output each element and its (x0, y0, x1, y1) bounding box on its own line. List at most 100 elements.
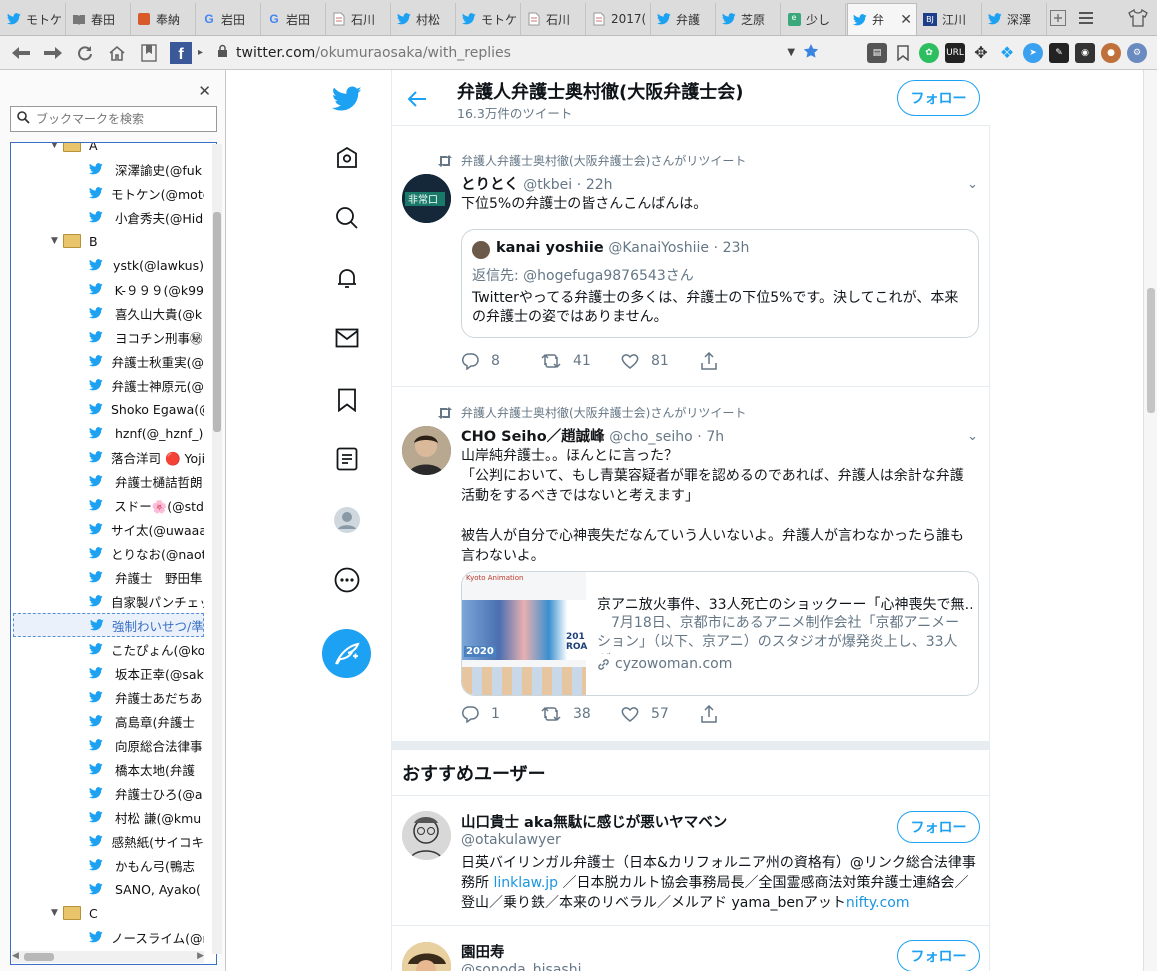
user-avatar-icon[interactable]: ● (1101, 42, 1121, 63)
bookmark-folder[interactable]: ▼ A (51, 143, 216, 157)
bookmark-item[interactable]: 向原総合法律事 (13, 733, 204, 757)
bio-link[interactable]: linklaw.jp (493, 875, 558, 891)
bookmark-item[interactable]: 弁護士 野田隼 (13, 565, 204, 589)
bookmark-item[interactable]: ヨコチン刑事㊙ (13, 325, 204, 349)
scroll-left-icon[interactable]: ◀ (12, 951, 19, 961)
tab[interactable]: 村松 (392, 3, 456, 35)
explore-search-icon[interactable] (327, 198, 367, 238)
tweet-time[interactable]: 22h (586, 177, 613, 193)
bookmark-item[interactable]: 弁護士秋重実(@ (13, 349, 204, 373)
tab[interactable]: BJ 江川 (918, 3, 982, 35)
bookmark-item[interactable]: スドー🌸(@std (13, 493, 204, 517)
tab[interactable]: 2017( (587, 3, 651, 35)
tab[interactable]: 深澤 (983, 3, 1047, 35)
back-icon[interactable] (6, 40, 36, 66)
back-arrow-icon[interactable] (406, 88, 428, 114)
chevron-down-icon[interactable]: ⌄ (967, 429, 978, 444)
link-card[interactable]: Kyoto Animation 2020 201 ROA 京アニ放火事件、33人… (461, 571, 979, 696)
bookmark-item[interactable]: とりなお(@naot (13, 541, 204, 565)
url-shortener-icon[interactable]: URL (945, 42, 965, 63)
more-bookmarks-chevron-icon[interactable]: ▸ (198, 47, 203, 58)
home-icon[interactable] (102, 40, 132, 66)
tweet-author[interactable]: とりとく @tkbei · 22h (461, 173, 613, 194)
follow-button[interactable]: フォロー (897, 80, 980, 116)
tab[interactable]: e 少し (782, 3, 846, 35)
forward-icon[interactable] (38, 40, 68, 66)
bookmarks-sidebar-icon[interactable] (134, 40, 164, 66)
like-button[interactable]: 57 (621, 706, 701, 722)
tweet-author[interactable]: CHO Seiho／趙誠峰 @cho_seiho · 7h (461, 425, 724, 446)
bookmark-item[interactable]: SANO, Ayako( (13, 877, 204, 901)
quoted-tweet[interactable]: kanai yoshiie @KanaiYoshiie · 23h 返信先: @… (461, 229, 979, 338)
evernote-icon[interactable]: ✿ (919, 42, 939, 63)
bookmark-folder[interactable]: ▼ C (51, 901, 216, 925)
bookmark-item[interactable]: モトケン(@moto (13, 181, 204, 205)
bookmark-item[interactable]: 感熱紙(サイコキ (13, 829, 204, 853)
bookmark-item[interactable]: hznf(@_hznf_) (13, 421, 204, 445)
reply-button[interactable]: 1 (461, 705, 541, 723)
bookmark-item[interactable]: 深澤諭史(@fuk (13, 157, 204, 181)
tweet[interactable]: 弁護人弁護士奥村徹(大阪弁護士会)さんがリツイート CHO Seiho／趙誠峰 … (392, 388, 990, 741)
bio-link[interactable]: nifty.com (846, 895, 910, 911)
close-tab-icon[interactable]: ✕ (900, 12, 912, 28)
tab[interactable]: 奉納 (132, 3, 196, 35)
tab[interactable]: モトケ (457, 3, 521, 35)
reload-icon[interactable] (70, 40, 100, 66)
bookmark-search-input[interactable] (36, 112, 206, 126)
like-button[interactable]: 81 (621, 353, 701, 369)
bookmark-item[interactable]: ノースライム(@n (13, 925, 204, 949)
tab[interactable]: モトケ (2, 3, 66, 35)
avatar[interactable]: 非常口 (402, 174, 451, 223)
extension-icon[interactable]: ▤ (867, 42, 887, 63)
bookmark-item[interactable]: ystk(@lawkus) (13, 253, 204, 277)
retweet-button[interactable]: 38 (541, 706, 621, 722)
more-icon[interactable] (327, 560, 367, 600)
expand-triangle-icon[interactable]: ▼ (51, 236, 63, 246)
bookmark-item[interactable]: 弁護士樋詰哲朗 (13, 469, 204, 493)
dropbox-icon[interactable]: ❖ (997, 43, 1017, 63)
bookmark-item[interactable]: サイ太(@uwaaa (13, 517, 204, 541)
avatar[interactable] (402, 942, 451, 971)
tab-active[interactable]: 弁 ✕ (847, 3, 917, 35)
lists-icon[interactable] (327, 439, 367, 479)
bookmark-folder[interactable]: ▼ B (51, 229, 216, 253)
url-dropdown-icon[interactable]: ▼ (787, 47, 795, 58)
retweet-button[interactable]: 41 (541, 353, 621, 369)
bookmark-item[interactable]: 喜久山大貴(@k (13, 301, 204, 325)
bookmark-item[interactable]: 自家製パンチェッ (13, 589, 204, 613)
tab[interactable]: 春田 (67, 3, 131, 35)
bookmark-item[interactable]: 坂本正幸(@sak (13, 661, 204, 685)
page-scrollbar[interactable] (1143, 70, 1157, 971)
tweet[interactable]: 弁護人弁護士奥村徹(大阪弁護士会)さんがリツイート 非常口 とりとく @tkbe… (392, 147, 990, 387)
move-icon[interactable]: ✥ (971, 43, 991, 63)
sidebar-horizontal-scrollbar[interactable]: ◀ ▶ (12, 951, 204, 963)
follow-button[interactable]: フォロー (897, 940, 980, 971)
expand-triangle-icon[interactable]: ▼ (51, 143, 63, 150)
compose-tweet-button[interactable] (322, 629, 371, 678)
tab[interactable]: G 岩田 (197, 3, 261, 35)
bookmark-item[interactable]: こたぴょん(@ko (13, 637, 204, 661)
scrollbar-thumb[interactable] (1147, 288, 1155, 413)
facebook-icon[interactable]: f (166, 40, 196, 66)
bookmark-icon[interactable] (893, 43, 913, 63)
scrollbar-thumb[interactable] (213, 212, 221, 432)
notifications-bell-icon[interactable] (327, 258, 367, 298)
bookmark-item[interactable]: かもん弓(鴨志 (13, 853, 204, 877)
recommended-user[interactable]: 園田寿 @sonoda_hisashi フォロー (392, 927, 990, 971)
bookmark-item[interactable]: 村松 謙(@kmu (13, 805, 204, 829)
follow-button[interactable]: フォロー (897, 811, 980, 843)
recommended-user[interactable]: 山口貴士 aka無駄に感じが悪いヤマベン @otakulawyer フォロー 日… (392, 796, 990, 926)
chevron-down-icon[interactable]: ⌄ (967, 177, 978, 192)
bookmark-item[interactable]: Shoko Egawa(@ (13, 397, 204, 421)
share-button[interactable] (701, 705, 781, 723)
tab[interactable]: 石川 (522, 3, 586, 35)
profile-icon[interactable] (327, 500, 367, 540)
messages-envelope-icon[interactable] (327, 318, 367, 358)
url-bar[interactable]: twitter.com/okumuraosaka/with_replies ▼ (209, 40, 827, 66)
bookmark-item[interactable]: K-９９９(@k99 (13, 277, 204, 301)
share-button[interactable] (701, 352, 781, 370)
send-icon[interactable]: ➤ (1023, 42, 1043, 63)
reply-button[interactable]: 8 (461, 352, 541, 370)
twitter-logo-icon[interactable] (327, 79, 367, 119)
bookmark-item[interactable]: 落合洋司 🔴 Yoji (13, 445, 204, 469)
